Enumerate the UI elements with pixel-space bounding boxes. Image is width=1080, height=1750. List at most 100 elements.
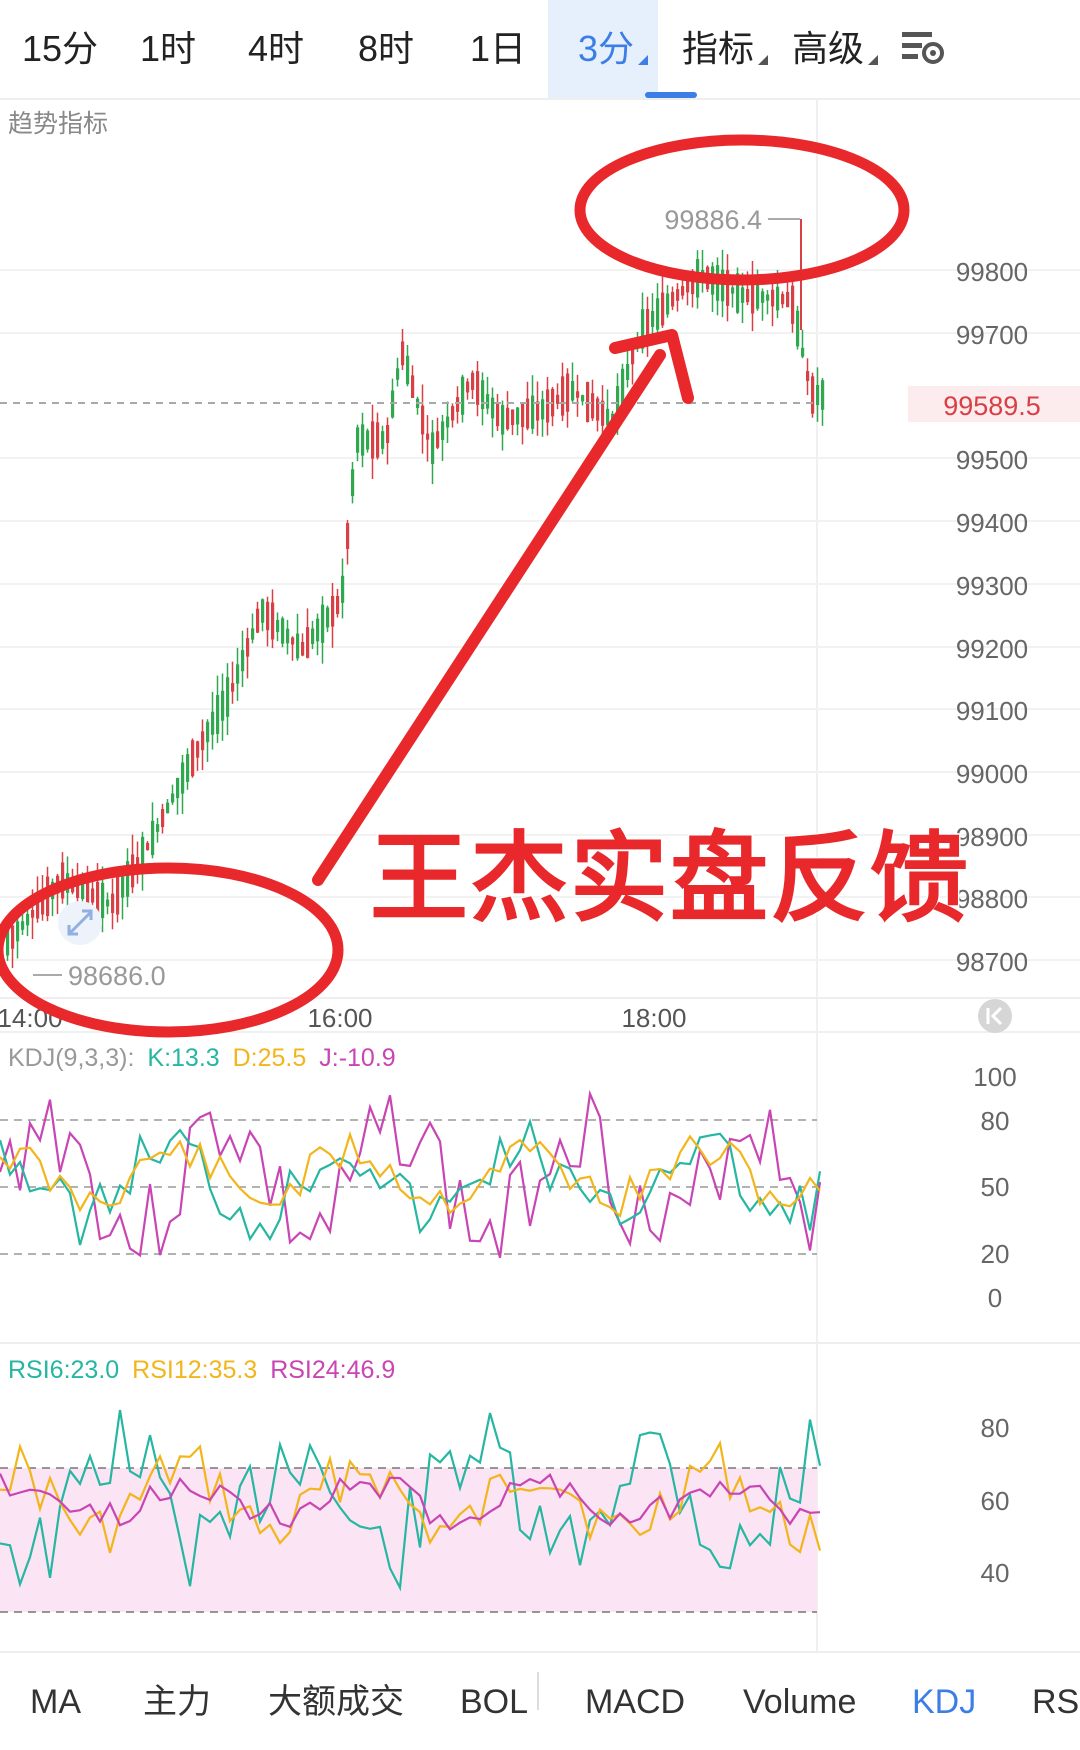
candle-body bbox=[776, 286, 780, 311]
rsi6-value: RSI6:23.0 bbox=[8, 1356, 119, 1384]
tab-main-force[interactable]: 主力 bbox=[143, 1655, 211, 1750]
candle-body bbox=[576, 391, 580, 398]
candle-body bbox=[311, 628, 315, 644]
candle-body bbox=[91, 888, 95, 903]
candle-body bbox=[491, 397, 495, 419]
candle-body bbox=[151, 820, 155, 856]
tab-label: 主力 bbox=[143, 1683, 211, 1721]
expand-icon[interactable] bbox=[58, 901, 102, 945]
candle-body bbox=[116, 875, 120, 915]
rsi-tick: 40 bbox=[981, 1558, 1010, 1588]
kdj-tick: 100 bbox=[973, 1062, 1016, 1092]
candle-body bbox=[196, 741, 200, 758]
candle-body bbox=[146, 842, 150, 851]
candle-body bbox=[686, 280, 690, 293]
candle-body bbox=[166, 802, 170, 814]
candle-body bbox=[451, 406, 455, 421]
kdj-legend: KDJ(9,3,3): K:13.3 D:25.5 J:-10.9 bbox=[8, 1044, 396, 1072]
kdj-tick: 20 bbox=[981, 1239, 1010, 1269]
candle-body bbox=[286, 628, 290, 644]
candle-body bbox=[496, 403, 500, 427]
tab-bol[interactable]: BOL bbox=[460, 1655, 528, 1750]
candle-body bbox=[511, 409, 515, 426]
candle-body bbox=[761, 291, 765, 303]
candle-body bbox=[421, 405, 425, 435]
tab-rsi[interactable]: RSI bbox=[1032, 1655, 1080, 1750]
tab-ma[interactable]: MA bbox=[30, 1655, 81, 1750]
candle-body bbox=[506, 407, 510, 430]
candle-body bbox=[341, 575, 345, 603]
tab-label: KDJ bbox=[912, 1683, 977, 1721]
low-marker: 98686.0 bbox=[68, 961, 166, 991]
candle-body bbox=[471, 372, 475, 390]
candle-body bbox=[351, 469, 355, 497]
candle-body bbox=[111, 893, 115, 914]
candle-body bbox=[681, 286, 685, 296]
high-marker: 99886.4 bbox=[664, 205, 762, 235]
candle-body bbox=[376, 422, 380, 458]
tab-macd[interactable]: MACD bbox=[585, 1655, 685, 1750]
jump-to-latest-icon[interactable] bbox=[978, 999, 1012, 1033]
kdj-d: D:25.5 bbox=[233, 1044, 307, 1072]
candle-body bbox=[426, 433, 430, 440]
candle-body bbox=[546, 389, 550, 423]
price-tick: 99800 bbox=[956, 257, 1028, 287]
candle-body bbox=[276, 619, 280, 633]
candle-body bbox=[21, 921, 25, 930]
candle-body bbox=[121, 876, 125, 898]
candle-body bbox=[441, 421, 445, 441]
kdj-name: KDJ(9,3,3): bbox=[8, 1044, 134, 1072]
time-tick: 16:00 bbox=[307, 1003, 372, 1033]
kdj-tick: 80 bbox=[981, 1106, 1010, 1136]
rsi-tick: 80 bbox=[981, 1413, 1010, 1443]
candle-body bbox=[481, 380, 485, 410]
tab-label: BOL bbox=[460, 1683, 529, 1721]
tab-large-trades[interactable]: 大额成交 bbox=[268, 1655, 404, 1750]
candle-body bbox=[266, 601, 270, 631]
candle-body bbox=[446, 416, 450, 428]
time-tick: 18:00 bbox=[621, 1003, 686, 1033]
tab-label: RSI bbox=[1032, 1683, 1080, 1721]
candle-body bbox=[101, 882, 105, 919]
candle-body bbox=[731, 287, 735, 294]
candle-body bbox=[156, 824, 160, 832]
candle-body bbox=[316, 618, 320, 642]
candle-body bbox=[816, 384, 820, 406]
candle-body bbox=[786, 291, 790, 308]
candle-body bbox=[676, 289, 680, 301]
tab-label: MACD bbox=[585, 1683, 686, 1721]
price-tick: 99400 bbox=[956, 508, 1028, 538]
kdj-d-line bbox=[0, 1130, 821, 1218]
candle-body bbox=[216, 695, 220, 734]
tab-label: MA bbox=[30, 1683, 81, 1721]
tab-volume[interactable]: Volume bbox=[743, 1655, 856, 1750]
rsi12-value: RSI12:35.3 bbox=[132, 1356, 257, 1384]
candle-body bbox=[801, 347, 805, 357]
price-chart[interactable]: 99589.5 99800 99700 99500 99400 99300 99… bbox=[0, 0, 1080, 1655]
candle-body bbox=[401, 341, 405, 366]
candle-body bbox=[171, 793, 175, 803]
candle-body bbox=[436, 431, 440, 448]
price-tick: 99500 bbox=[956, 445, 1028, 475]
overlay-caption: 王杰实盘反馈 bbox=[370, 823, 970, 933]
candle-body bbox=[516, 407, 520, 425]
low-circle-annotation bbox=[0, 862, 344, 1038]
price-tick: 99200 bbox=[956, 634, 1028, 664]
candle-body bbox=[666, 293, 670, 315]
candle-body bbox=[811, 376, 815, 414]
rsi-band bbox=[0, 1468, 817, 1612]
candle-body bbox=[456, 397, 460, 412]
tab-label: Volume bbox=[743, 1683, 857, 1721]
candle-body bbox=[246, 638, 250, 657]
candle-body bbox=[206, 721, 210, 743]
candle-body bbox=[571, 381, 575, 401]
tab-kdj[interactable]: KDJ bbox=[912, 1655, 976, 1750]
annotation-overlay: 王杰实盘反馈 bbox=[0, 134, 970, 1038]
rsi-tick: 60 bbox=[981, 1486, 1010, 1516]
kdj-tick: 50 bbox=[981, 1172, 1010, 1202]
candle-body bbox=[581, 395, 585, 402]
candle-body bbox=[221, 690, 225, 721]
candle-body bbox=[791, 285, 795, 324]
candle-body bbox=[281, 618, 285, 644]
candle-body bbox=[486, 394, 490, 409]
